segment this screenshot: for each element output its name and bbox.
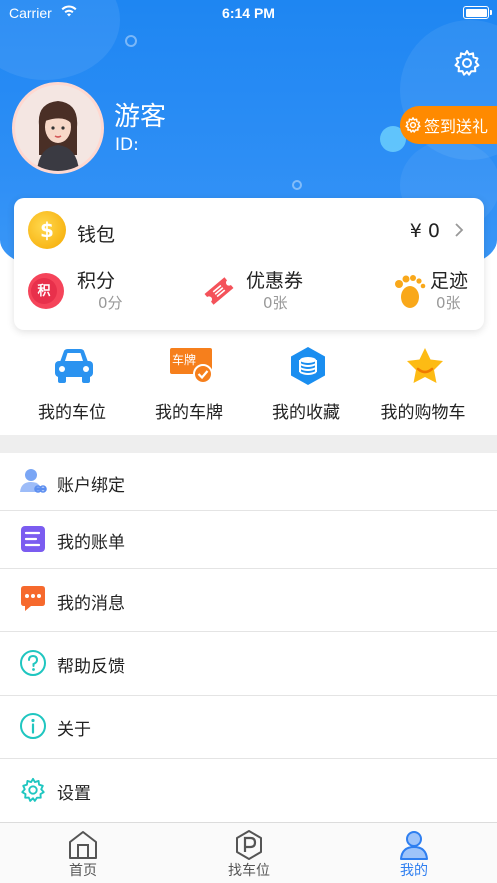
stat-footprint[interactable]: 足迹 0张 [390,264,480,320]
message-icon [21,586,45,611]
menu-item-settings[interactable]: 设置 [0,759,497,822]
tab-home[interactable]: 首页 [0,823,166,883]
points-badge: 积 [37,284,51,299]
wallet-card: $ 钱包 ¥ 0 积 积分 0分 优惠券 0张 足迹 0张 [14,198,484,330]
footprint-icon [395,275,426,308]
coupon-icon [204,277,234,305]
menu-item-help[interactable]: 帮助反馈 [0,632,497,696]
status-bar: Carrier 6:14 PM [0,0,497,26]
account-bind-icon [20,469,47,493]
menu-item-account-bind[interactable]: 账户绑定 [0,453,497,511]
info-icon [20,713,46,739]
chevron-right-icon [455,223,464,237]
stat-coupons-title: 优惠券 [246,270,304,292]
shortcut-label: 我的收藏 [272,403,340,423]
wallet-row[interactable]: $ 钱包 ¥ 0 [14,198,484,260]
menu-item-my-bills[interactable]: 我的账单 [0,511,497,569]
profile-icon [400,831,428,860]
home-icon [69,831,97,859]
stat-coupons-value: 0张 [263,294,288,312]
tab-find-parking[interactable]: 找车位 [166,823,332,883]
star-cart-icon [407,348,443,383]
tab-bar: 首页 找车位 我的 [0,822,497,883]
stat-coupons[interactable]: 优惠券 0张 [200,264,340,320]
tab-label: 首页 [69,863,97,879]
menu-item-label: 我的账单 [57,533,125,553]
decor-bubble [292,180,302,190]
tab-mine[interactable]: 我的 [331,823,497,883]
settings-icon [21,777,45,802]
avatar-illustration-icon [37,101,79,171]
shortcut-label: 我的车位 [38,403,106,423]
stat-footprint-value: 0张 [436,294,461,312]
shortcut-label: 我的购物车 [380,403,466,423]
signin-gift-button[interactable]: 签到送礼 [400,106,497,144]
stat-footprint-title: 足迹 [430,270,469,292]
shortcut-my-plate[interactable]: 车牌 我的车牌 [127,346,251,426]
parking-icon [236,830,262,860]
collection-icon [291,347,325,385]
avatar[interactable] [12,82,104,174]
menu-item-label: 账户绑定 [57,476,125,496]
tab-label: 找车位 [228,863,270,879]
menu-item-label: 设置 [57,784,91,804]
menu-item-label: 帮助反馈 [57,657,125,677]
shortcut-my-cart[interactable]: 我的购物车 [361,346,485,426]
shortcut-my-collection[interactable]: 我的收藏 [244,346,368,426]
gear-icon[interactable] [452,48,482,78]
username: 游客 [114,102,167,132]
license-plate-badge: 车牌 [172,353,197,367]
tab-label: 我的 [400,863,428,879]
stat-points-value: 0分 [98,294,123,312]
coin-icon: $ [28,211,66,249]
wallet-label: 钱包 [77,224,116,246]
shortcut-my-parking[interactable]: 我的车位 [10,346,134,426]
clock: 6:14 PM [222,5,275,21]
battery-icon [463,6,492,19]
section-divider [0,435,497,453]
help-icon [20,650,46,676]
shortcut-label: 我的车牌 [155,403,223,423]
signin-gift-label: 签到送礼 [424,117,489,136]
menu-item-about[interactable]: 关于 [0,696,497,759]
menu-item-label: 关于 [57,720,91,740]
stat-points[interactable]: 积 积分 0分 [27,264,167,320]
menu-item-label: 我的消息 [57,594,125,614]
decor-bubble [125,35,137,47]
gear-icon [405,117,421,133]
stat-points-title: 积分 [77,270,116,292]
bill-icon [21,526,45,552]
menu-item-my-messages[interactable]: 我的消息 [0,569,497,632]
user-id: ID: [115,135,139,155]
car-icon [55,349,93,383]
wallet-amount: ¥ 0 [409,220,440,242]
